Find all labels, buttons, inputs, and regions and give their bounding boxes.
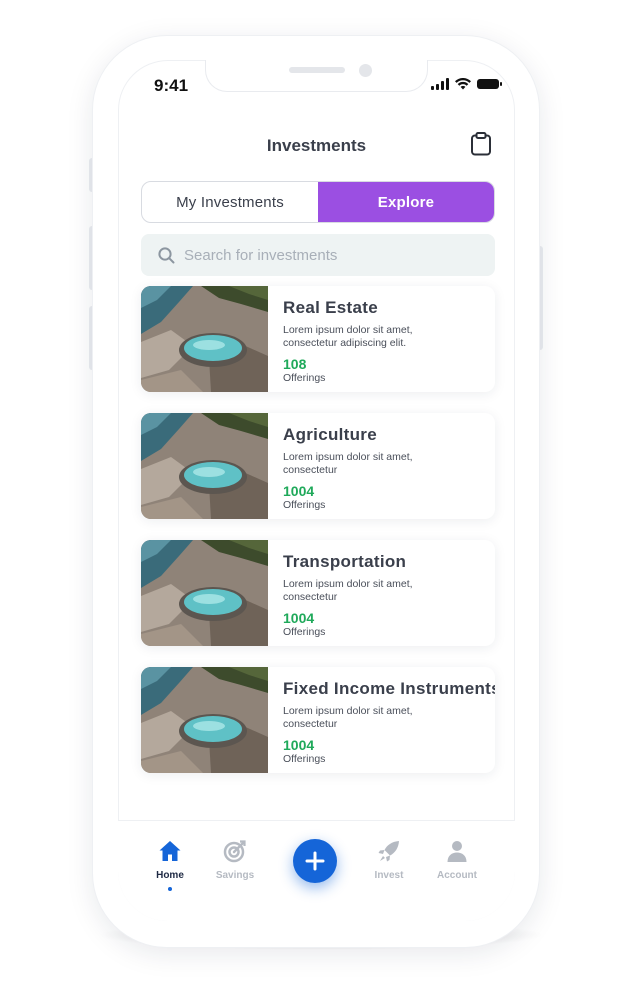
nav-item-savings[interactable]: Savings — [205, 839, 265, 881]
investment-description: Lorem ipsum dolor sit amet, consectetur — [283, 578, 413, 603]
investment-card-agriculture[interactable]: Agriculture Lorem ipsum dolor sit amet, … — [141, 413, 495, 519]
offerings-label: Offerings — [283, 626, 326, 638]
nav-item-home[interactable]: Home — [140, 839, 200, 891]
tab-my-investments[interactable]: My Investments — [142, 182, 318, 222]
front-camera — [359, 64, 372, 77]
search-input[interactable] — [184, 246, 464, 264]
investment-title: Fixed Income Instruments — [283, 679, 495, 698]
offerings-label: Offerings — [283, 499, 326, 511]
rocket-icon — [378, 841, 399, 862]
wifi-icon — [455, 78, 471, 90]
investment-thumbnail — [141, 667, 268, 773]
battery-icon — [477, 79, 502, 89]
plus-icon — [305, 851, 325, 871]
nav-label: Account — [437, 870, 477, 881]
investment-card-real-estate[interactable]: Real Estate Lorem ipsum dolor sit amet, … — [141, 286, 495, 392]
offerings-count: 1004 — [283, 483, 315, 499]
nav-label: Invest — [374, 870, 404, 881]
investment-card-transportation[interactable]: Transportation Lorem ipsum dolor sit ame… — [141, 540, 495, 646]
target-icon — [223, 840, 246, 863]
investment-card-fixed-income[interactable]: Fixed Income Instruments Lorem ipsum dol… — [141, 667, 495, 773]
user-icon — [447, 841, 467, 862]
cellular-signal-icon — [431, 78, 449, 90]
tab-explore[interactable]: Explore — [318, 182, 494, 222]
home-icon — [159, 841, 181, 861]
investment-thumbnail — [141, 540, 268, 646]
offerings-label: Offerings — [283, 372, 326, 384]
phone-screen: 9:41 Investments My Investments Explore — [118, 60, 515, 921]
offerings-count: 1004 — [283, 737, 315, 753]
offerings-count: 1004 — [283, 610, 315, 626]
offerings-label: Offerings — [283, 753, 326, 765]
investment-description: Lorem ipsum dolor sit amet, consectetur … — [283, 324, 413, 349]
investment-card-body: Fixed Income Instruments Lorem ipsum dol… — [283, 679, 495, 765]
page-title: Investments — [266, 136, 367, 155]
nav-item-account[interactable]: Account — [427, 839, 487, 881]
investment-thumbnail — [141, 413, 268, 519]
offerings-count: 108 — [283, 356, 307, 372]
add-button[interactable] — [293, 839, 337, 883]
nav-item-invest[interactable]: Invest — [359, 839, 419, 881]
notch — [205, 60, 428, 92]
nav-label: Savings — [215, 870, 255, 881]
investment-description: Lorem ipsum dolor sit amet, consectetur — [283, 451, 413, 476]
investment-thumbnail — [141, 286, 268, 392]
speaker-grille — [289, 67, 345, 73]
status-icons — [431, 78, 502, 90]
search-bar[interactable] — [141, 234, 495, 276]
investment-tabs: My Investments Explore — [141, 181, 495, 223]
nav-label: Home — [156, 870, 184, 881]
investment-title: Real Estate — [283, 298, 378, 317]
investment-card-body: Agriculture Lorem ipsum dolor sit amet, … — [283, 425, 495, 511]
status-time: 9:41 — [154, 76, 189, 95]
investment-card-body: Transportation Lorem ipsum dolor sit ame… — [283, 552, 495, 638]
investment-description: Lorem ipsum dolor sit amet, consectetur — [283, 705, 413, 730]
bottom-nav: Home Savings Invest Account — [118, 820, 515, 921]
investment-title: Agriculture — [283, 425, 377, 444]
active-indicator-dot — [168, 887, 172, 891]
investment-title: Transportation — [283, 552, 407, 571]
investment-card-body: Real Estate Lorem ipsum dolor sit amet, … — [283, 298, 495, 384]
search-icon — [158, 246, 175, 263]
clipboard-icon[interactable] — [470, 132, 492, 156]
